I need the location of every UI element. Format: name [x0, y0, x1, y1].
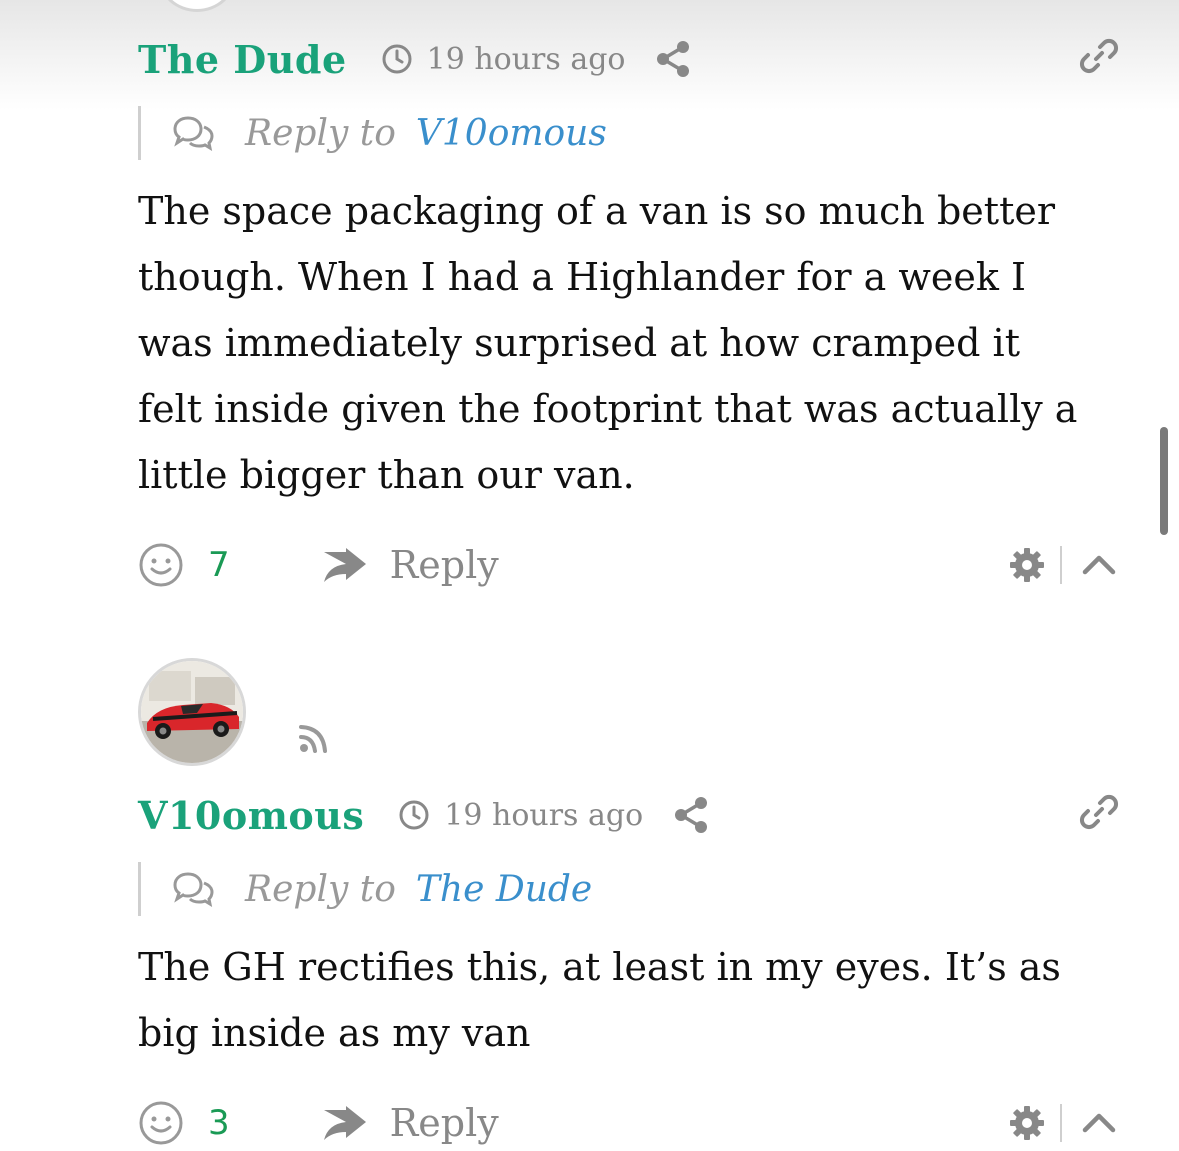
reply-to-link[interactable]: The Dude [416, 869, 592, 910]
smiley-icon[interactable] [138, 1100, 184, 1146]
comment-line: was immediately surprised at how cramped… [138, 321, 1020, 365]
reply-label: Reply [389, 543, 499, 587]
comment-actions: 7 Reply [138, 540, 1118, 590]
comment-header: The Dude 19 hours ago [138, 34, 691, 84]
reply-arrow-icon [323, 1106, 366, 1140]
comment-author[interactable]: The Dude [138, 37, 347, 82]
comment-body: The GH rectifies this, at least in my ey… [138, 934, 1118, 1066]
chevron-up-icon[interactable] [1080, 1108, 1118, 1138]
clock-icon [382, 44, 412, 74]
reply-button[interactable]: Reply [322, 1101, 499, 1145]
gear-icon[interactable] [1008, 546, 1046, 584]
share-icon[interactable] [655, 39, 691, 79]
reply-to-prefix: Reply to [245, 112, 396, 154]
clock-icon [399, 800, 429, 830]
link-icon[interactable] [1079, 792, 1119, 832]
reply-arrow-icon [323, 548, 366, 582]
reply-bubble-icon [173, 872, 214, 907]
smiley-icon[interactable] [138, 542, 184, 588]
rss-icon[interactable] [298, 724, 332, 754]
reply-to-link[interactable]: V10omous [416, 113, 607, 154]
comment-time[interactable]: 19 hours ago [398, 798, 643, 833]
comment-author[interactable]: V10omous [138, 793, 364, 838]
comment-time-text: 19 hours ago [426, 41, 626, 77]
link-icon[interactable] [1079, 36, 1119, 76]
comment-tools [1008, 1104, 1118, 1142]
reply-to-prefix: Reply to [245, 868, 396, 910]
comment-line: though. When I had a Highlander for a we… [138, 255, 1026, 299]
comment-actions: 3 Reply [138, 1098, 1118, 1148]
vote-count: 7 [208, 545, 230, 585]
avatar[interactable] [138, 658, 246, 766]
gear-icon[interactable] [1008, 1104, 1046, 1142]
comment-line: The space packaging of a van is so much … [138, 189, 1055, 233]
tool-separator [1060, 546, 1062, 584]
tool-separator [1060, 1104, 1062, 1142]
reply-to-line: Reply to The Dude [138, 862, 592, 916]
previous-avatar [158, 0, 236, 12]
vote-count: 3 [208, 1103, 230, 1143]
reply-label: Reply [389, 1101, 499, 1145]
chevron-up-icon[interactable] [1080, 550, 1118, 580]
comment-line: little bigger than our van. [138, 453, 635, 497]
comment-tools [1008, 546, 1118, 584]
reply-bubble-icon [173, 116, 214, 151]
scrollbar[interactable] [1160, 427, 1168, 535]
comment-header: V10omous 19 hours ago [138, 790, 709, 840]
comment-line: big inside as my van [138, 1011, 531, 1055]
comment-body: The space packaging of a van is so much … [138, 178, 1118, 508]
reply-to-line: Reply to V10omous [138, 106, 607, 160]
comment-line: The GH rectifies this, at least in my ey… [138, 945, 1061, 989]
reply-button[interactable]: Reply [322, 543, 499, 587]
comment-line: felt inside given the footprint that was… [138, 387, 1078, 431]
share-icon[interactable] [673, 795, 709, 835]
comment-time-text: 19 hours ago [444, 797, 644, 833]
comment-time[interactable]: 19 hours ago [381, 41, 626, 77]
